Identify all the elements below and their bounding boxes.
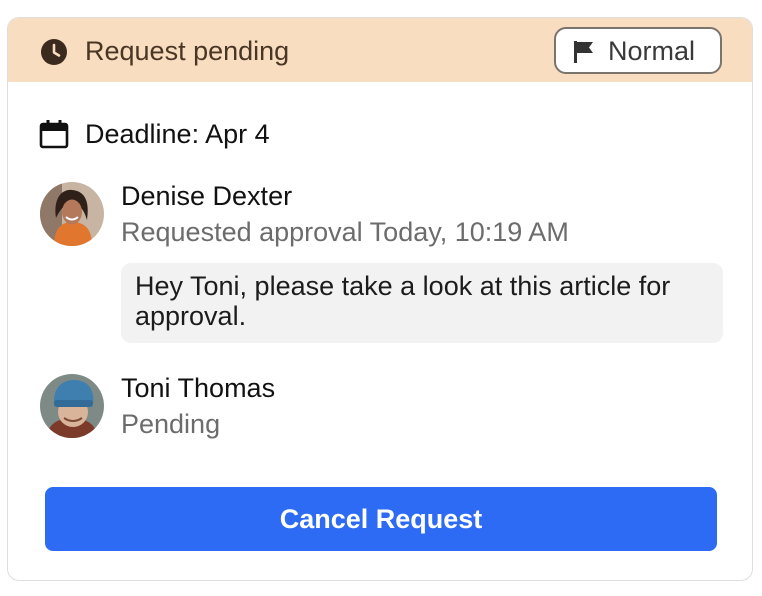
priority-button[interactable]: Normal [554,27,722,74]
avatar-denise-dexter [40,182,104,246]
cancel-request-button[interactable]: Cancel Request [45,487,717,551]
flag-icon [574,41,593,63]
approval-request-card: Request pending Normal Deadline: Apr 4 D… [7,17,753,581]
approver-status: Pending [121,409,221,439]
approver-name: Toni Thomas [121,373,276,403]
status-title: Request pending [85,36,290,66]
requester-name: Denise Dexter [121,181,293,211]
avatar-toni-thomas [40,374,104,438]
priority-label: Normal [608,36,696,66]
deadline-text: Deadline: Apr 4 [85,119,270,149]
status-header: Request pending Normal [8,18,752,82]
request-message: Hey Toni, please take a look at this art… [121,263,723,343]
clock-icon [41,39,67,65]
calendar-icon [39,120,69,149]
requester-action: Requested approval Today, 10:19 AM [121,217,569,247]
